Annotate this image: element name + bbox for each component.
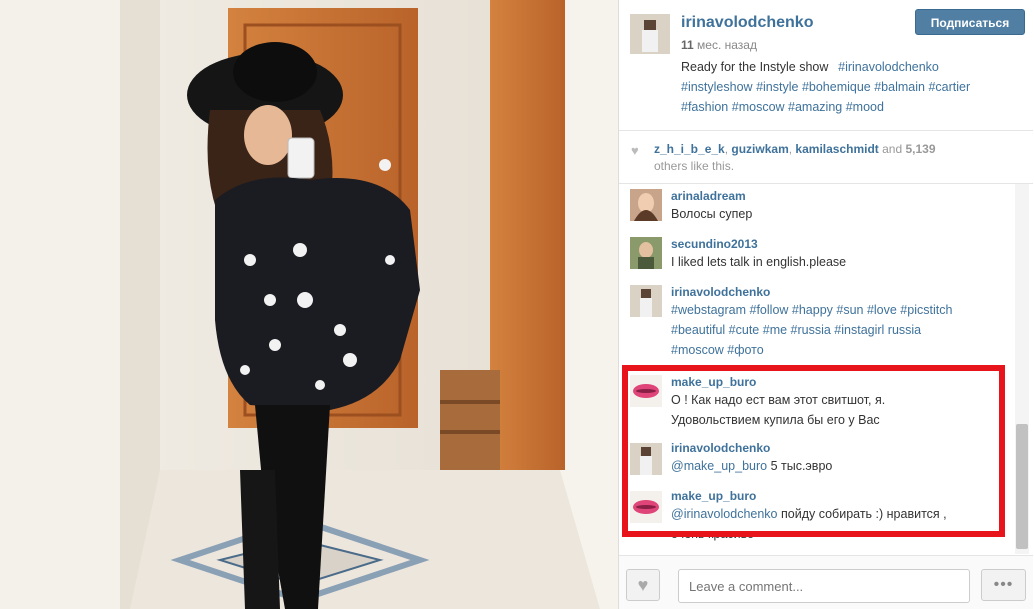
liker-link[interactable]: guziwkam xyxy=(731,142,788,156)
scrollbar-thumb[interactable] xyxy=(1016,424,1028,549)
commenter-username[interactable]: irinavolodchenko xyxy=(671,285,770,299)
caption-line: #instyleshow #instyle #bohemique #balmai… xyxy=(681,80,971,94)
post-photo[interactable] xyxy=(0,0,618,609)
comment-text: I liked lets talk in english.please xyxy=(671,255,847,269)
likes-text: z_h_i_b_e_k, guziwkam, kamilaschmidt and… xyxy=(654,142,936,173)
post-header: irinavolodchenko 11 мес. назад Подписать… xyxy=(619,0,1033,130)
caption-line: #fashion #moscow #amazing #mood xyxy=(681,100,884,114)
comment-input[interactable] xyxy=(678,569,970,603)
commenter-avatar[interactable] xyxy=(630,237,662,269)
more-options-icon: ••• xyxy=(993,576,1014,593)
heart-icon: ♥ xyxy=(637,575,649,595)
post-details-panel: irinavolodchenko 11 мес. назад Подписать… xyxy=(618,0,1034,609)
post-caption: Ready for the Instyle show #irinavolodch… xyxy=(681,57,1011,117)
commenter-username[interactable]: arinaladream xyxy=(671,189,746,203)
commenter-avatar[interactable] xyxy=(630,285,662,317)
post-timestamp: 11 мес. назад xyxy=(681,38,757,52)
liker-link[interactable]: kamilaschmidt xyxy=(795,142,878,156)
more-options-button[interactable]: ••• xyxy=(981,569,1026,601)
comment-footer: ♥ ••• xyxy=(619,555,1033,609)
highlight-annotation-box xyxy=(622,365,1005,537)
like-button[interactable]: ♥ xyxy=(626,569,660,601)
author-avatar[interactable] xyxy=(630,14,670,54)
commenter-username[interactable]: secundino2013 xyxy=(671,237,758,251)
heart-icon: ♥ xyxy=(631,143,639,158)
liker-link[interactable]: z_h_i_b_e_k xyxy=(654,142,725,156)
photo-illustration xyxy=(0,0,618,609)
likes-summary: ♥ z_h_i_b_e_k, guziwkam, kamilaschmidt a… xyxy=(619,130,1033,184)
comment-text: Волосы супер xyxy=(671,207,753,221)
author-username[interactable]: irinavolodchenko xyxy=(681,14,813,32)
likes-count[interactable]: 5,139 xyxy=(906,142,936,156)
comment-text: #webstagram #follow #happy #sun #love #p… xyxy=(671,303,953,357)
commenter-avatar[interactable] xyxy=(630,189,662,221)
caption-line: Ready for the Instyle show #irinavolodch… xyxy=(681,60,939,74)
comments-scrollbar[interactable] xyxy=(1015,184,1029,554)
follow-button[interactable]: Подписаться xyxy=(915,9,1025,35)
